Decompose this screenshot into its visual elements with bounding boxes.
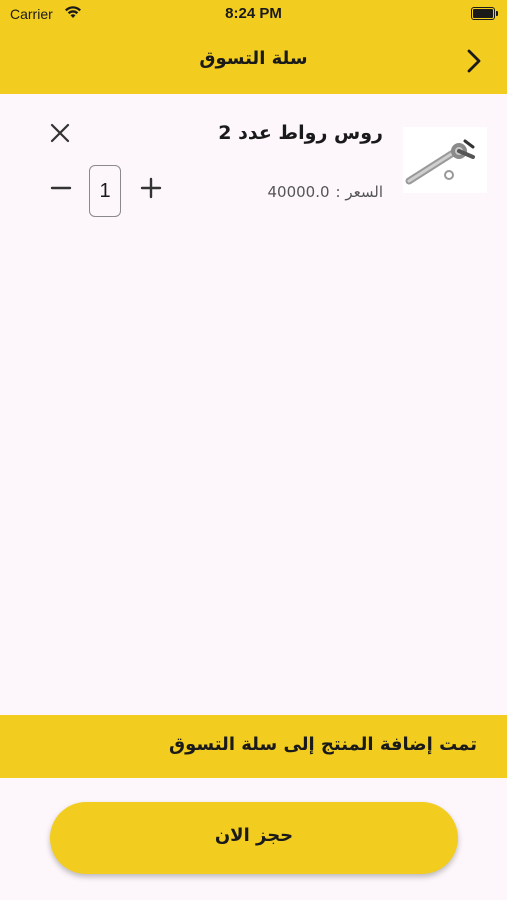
bottom-action-area: حجز الان <box>0 778 507 900</box>
price-value: 40000.0 <box>267 183 330 201</box>
remove-item-button[interactable] <box>48 121 72 145</box>
plus-icon <box>140 177 162 199</box>
product-image <box>403 127 487 193</box>
status-time: 8:24 PM <box>225 5 282 22</box>
decrease-quantity-button[interactable] <box>50 177 72 199</box>
snackbar: تمت إضافة المنتج إلى سلة التسوق <box>0 715 507 778</box>
back-button[interactable] <box>463 46 485 76</box>
header-bar: سلة التسوق <box>0 30 507 94</box>
snackbar-message: تمت إضافة المنتج إلى سلة التسوق <box>169 734 477 755</box>
cart-item: روس رواط عدد 2 السعر : 40000.0 1 <box>0 94 507 234</box>
price-line: السعر : 40000.0 <box>268 183 384 201</box>
minus-icon <box>50 186 72 190</box>
increase-quantity-button[interactable] <box>140 177 162 199</box>
chevron-right-icon <box>467 49 481 73</box>
book-now-button[interactable]: حجز الان <box>50 802 458 874</box>
price-label: السعر : <box>335 183 383 201</box>
book-now-label: حجز الان <box>214 825 294 846</box>
status-bar: Carrier 8:24 PM <box>0 0 507 30</box>
close-icon <box>50 123 70 143</box>
battery-icon <box>471 7 498 20</box>
quantity-field[interactable]: 1 <box>89 165 121 217</box>
page-title: سلة التسوق <box>199 48 308 69</box>
product-name: روس رواط عدد 2 <box>218 122 383 144</box>
